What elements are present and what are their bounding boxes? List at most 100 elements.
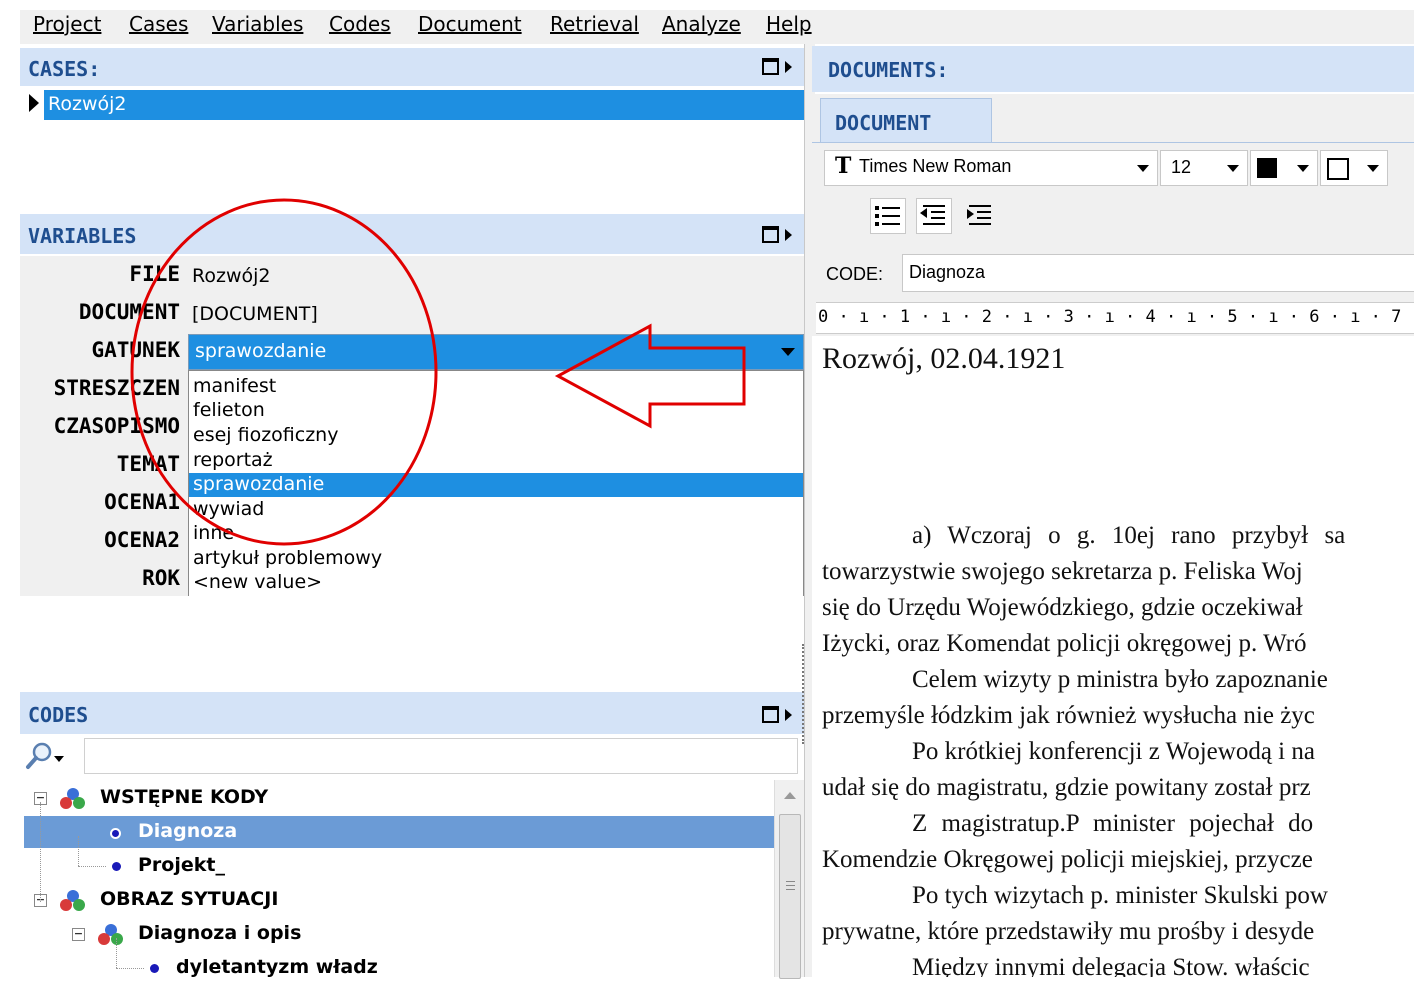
variables-panel-controls[interactable] [762,224,792,243]
var-value-document[interactable]: [DOCUMENT] [192,303,318,325]
doc-line: się do Urzędu Wojewódzkiego, gdzie oczek… [822,594,1303,621]
var-value-file[interactable]: Rozwój2 [192,265,270,287]
doc-line: udał się do magistratu, gdzie powitany z… [822,774,1311,801]
doc-line: Po tych wizytach p. minister Skulski pow [912,882,1328,909]
tab-document[interactable]: DOCUMENT [820,98,992,143]
documents-header: DOCUMENTS: [812,46,1414,92]
tree-code-row[interactable]: Projekt_ [20,850,772,882]
case-row[interactable]: Rozwój2 [44,90,812,120]
tree-line [78,866,106,868]
var-label-temat: TEMAT [116,452,180,476]
tree-label: Diagnoza i opis [138,922,302,944]
dropdown-option-selected[interactable]: sprawozdanie [189,473,803,497]
dropdown-option[interactable]: manifest [189,375,803,399]
maximize-icon[interactable] [762,706,779,723]
doc-line: Po krótkiej konferencji z Wojewodą i na [912,738,1315,765]
tree-label: dyletantyzm władz [176,956,378,978]
codes-search-bar [20,736,804,776]
var-label-rok: ROK [142,566,180,590]
dropdown-option[interactable]: artykuł problemowy [189,547,803,571]
panel-arrow-icon[interactable] [785,708,792,721]
var-label-gatunek: GATUNEK [91,338,180,362]
maximize-icon[interactable] [762,58,779,75]
var-label-czasopismo: CZASOPISMO [53,414,180,438]
search-icon[interactable] [24,740,64,772]
menu-help[interactable]: Help [766,12,812,36]
doc-line: prywatne, które przedstawiły mu prośby i… [822,918,1315,945]
tree-label: Projekt_ [138,854,225,876]
var-label-document: DOCUMENT [78,300,180,324]
splitter-grip[interactable] [802,644,807,744]
outdent-icon[interactable] [916,198,952,234]
cases-header: CASES: [20,48,804,86]
menu-project[interactable]: Project [33,12,101,36]
menu-retrieval[interactable]: Retrieval [550,12,639,36]
chevron-down-icon[interactable] [781,348,795,356]
scroll-thumb[interactable] [779,814,801,979]
tree-label: Diagnoza [138,820,238,842]
tree-group-row[interactable]: − WSTĘPNE KODY [20,782,772,814]
maximize-icon[interactable] [762,226,779,243]
variables-empty-area [20,596,804,686]
codes-search-input[interactable] [84,738,798,774]
collapse-icon[interactable]: − [72,928,85,941]
code-bar: CODE: Diagnoza [812,250,1414,296]
gatunek-select[interactable]: sprawozdanie [188,334,804,370]
menu-variables[interactable]: Variables [212,12,303,36]
panel-arrow-icon[interactable] [785,228,792,241]
doc-line: przemyśle łódzkim jak również wysłucha n… [822,702,1315,729]
doc-line: Rozwój, 02.04.1921 [822,342,1066,375]
dropdown-option[interactable]: wywiad [189,498,803,522]
var-label-ocena1: OCENA1 [104,490,180,514]
chevron-down-icon[interactable] [1227,165,1239,172]
panel-arrow-icon[interactable] [785,60,792,73]
dropdown-option[interactable]: felieton [189,399,803,423]
font-size-select[interactable]: 12 [1160,150,1248,186]
ruler[interactable]: 0 · ı · 1 · ı · 2 · ı · 3 · ı · 4 · ı · … [816,302,1414,334]
chevron-down-icon[interactable] [1297,165,1309,172]
scroll-up-icon[interactable] [784,792,796,799]
var-label-streszczen: STRESZCZEN [53,376,180,400]
variables-header: VARIABLES [20,214,804,254]
menu-cases[interactable]: Cases [129,12,188,36]
chevron-down-icon[interactable] [1137,165,1149,172]
dropdown-option[interactable]: inne [189,522,803,546]
code-label: CODE: [826,264,884,284]
dropdown-option[interactable]: reportaż [189,449,803,473]
doc-line: Między innymi delegacja Stow. właścic [912,954,1310,977]
codes-panel-controls[interactable] [762,704,792,723]
tree-line [116,968,144,970]
tree-group-row[interactable]: − OBRAZ SYTUACJI [20,884,772,916]
tree-label: OBRAZ SYTUACJI [100,888,279,910]
code-group-icon [60,890,86,912]
var-label-file: FILE [129,262,180,286]
doc-line: towarzystwie swojego sekretarza p. Felis… [822,558,1303,585]
menu-analyze[interactable]: Analyze [662,12,741,36]
code-group-icon [60,788,86,810]
doc-line: Celem wizyty p ministra było zapoznanie [912,666,1328,693]
menu-document[interactable]: Document [418,12,522,36]
doc-line: a) Wczoraj o g. 10ej rano przybył sa [912,522,1346,549]
chevron-down-icon[interactable] [1367,165,1379,172]
bullet-list-icon[interactable] [870,198,906,234]
gatunek-selected-value: sprawozdanie [195,340,327,362]
var-label-ocena2: OCENA2 [104,528,180,552]
truetype-font-icon: T [835,153,852,179]
tree-group-row[interactable]: − Diagnoza i opis [20,918,772,950]
variables-grid: FILE Rozwój2 DOCUMENT [DOCUMENT] GATUNEK… [20,256,804,598]
indent-icon[interactable] [962,198,998,234]
font-family-select[interactable]: T Times New Roman [824,150,1158,186]
document-text[interactable]: Rozwój, 02.04.1921 a) Wczoraj o g. 10ej … [812,336,1414,977]
codes-scrollbar[interactable] [774,780,805,979]
dropdown-option-new-value[interactable]: <new value> [189,571,803,595]
background-color-select[interactable] [1320,150,1388,186]
dropdown-option[interactable]: esej fiozoficzny [189,424,803,448]
text-color-select[interactable] [1250,150,1318,186]
tree-code-row-selected[interactable]: Diagnoza [24,816,776,848]
code-input[interactable]: Diagnoza [902,254,1414,292]
menu-codes[interactable]: Codes [329,12,391,36]
cases-panel-controls[interactable] [762,56,792,75]
variables-title: VARIABLES [28,224,137,248]
code-bullet-icon [112,862,121,871]
document-area: DOCUMENT T Times New Roman 12 CODE: Diag… [812,94,1414,977]
